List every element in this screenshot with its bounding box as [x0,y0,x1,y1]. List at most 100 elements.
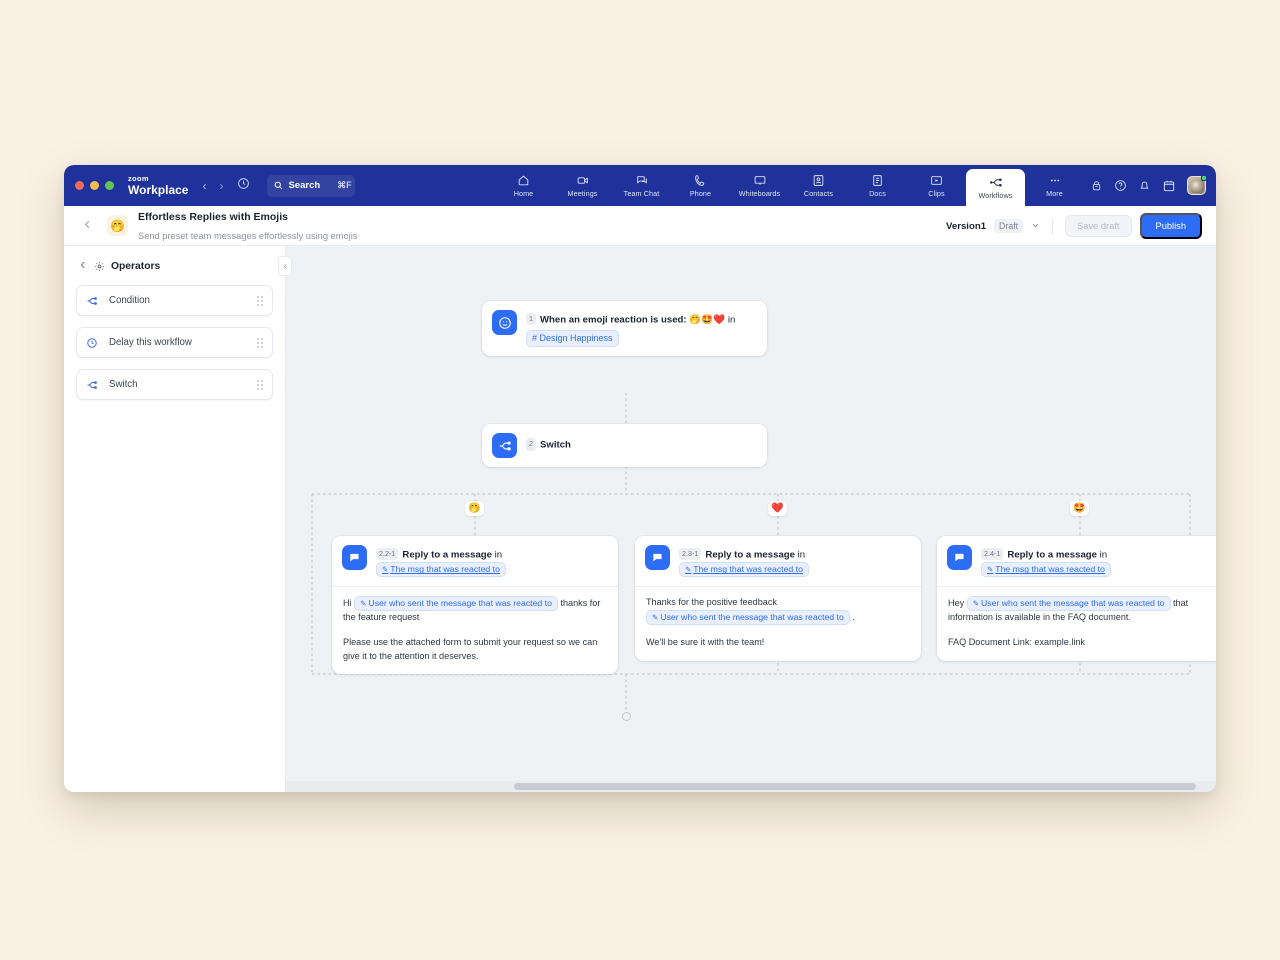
chevron-down-icon[interactable] [1031,221,1040,232]
reply-node-2-paragraph-1: Thanks for the positive feedback✎User wh… [646,596,910,625]
pencil-icon: ✎ [987,565,993,574]
nav-back-button[interactable]: ‹ [202,179,206,193]
reply-node-1-user-chip[interactable]: ✎User who sent the message that was reac… [354,596,558,611]
bell-icon[interactable] [1138,179,1151,192]
switch-node[interactable]: 2Switch [482,424,767,467]
tab-team-chat-label: Team Chat [624,189,660,198]
reply-node-3-target-label: The msg that was reacted to [995,564,1105,574]
workflow-emoji-icon: 🤭 [107,215,128,236]
tab-contacts[interactable]: Contacts [789,165,848,206]
pencil-icon: ✎ [973,599,979,608]
trigger-node[interactable]: 1When an emoji reaction is used: 🤭🤩❤️ in… [482,301,767,356]
reply-node-2-paragraph-2: We'll be sure it with the team! [646,636,910,650]
trigger-emoji-1: 🤭 [689,315,701,326]
reply-node-2-target-chip[interactable]: ✎The msg that was reacted to [679,562,809,577]
reply-node-2-body[interactable]: Thanks for the positive feedback✎User wh… [635,586,921,660]
switch-node-label: Switch [540,440,571,451]
trigger-step-number: 1 [526,313,536,325]
status-badge: Draft [994,219,1023,233]
reply-node-1-user-label: User who sent the message that was react… [368,598,552,608]
tab-meetings-label: Meetings [568,189,598,198]
drag-handle[interactable] [257,338,263,348]
subheader-actions: Version1 Draft Save draft Publish [946,206,1202,246]
reply-node-2[interactable]: 2.3-1Reply to a message in ✎The msg that… [635,536,921,661]
reply-message-icon [947,545,972,570]
horizontal-scrollbar[interactable] [286,781,1216,792]
reply-node-3-p1-pre: Hey [948,598,967,608]
minimize-window-button[interactable] [90,181,99,190]
reply-node-1-target-chip[interactable]: ✎The msg that was reacted to [376,562,506,577]
reply-node-3-user-chip[interactable]: ✎User who sent the message that was reac… [967,596,1171,611]
sidebar-item-condition-label: Condition [109,295,257,306]
backpack-icon[interactable] [1090,179,1103,192]
workflow-title-block: Effortless Replies with Emojis Send pres… [138,207,357,245]
history-icon[interactable] [237,177,250,195]
pencil-icon: ✎ [360,599,366,608]
reply-node-3-title: Reply to a message [1007,550,1097,561]
scrollbar-thumb[interactable] [514,783,1196,790]
reply-node-2-user-chip[interactable]: ✎User who sent the message that was reac… [646,610,850,625]
tab-docs-label: Docs [869,189,886,198]
pencil-icon: ✎ [652,613,658,622]
search-input[interactable]: Search ⌘F [267,175,355,197]
trigger-channel-chip[interactable]: # Design Happiness [526,330,619,347]
tab-workflows[interactable]: Workflows [966,169,1025,206]
brand-workplace: Workplace [128,184,188,196]
search-icon [274,177,283,195]
tab-more[interactable]: More [1025,165,1084,206]
close-window-button[interactable] [75,181,84,190]
reply-node-3-body[interactable]: Hey ✎User who sent the message that was … [937,586,1216,660]
reply-node-1-number: 2.2-1 [376,548,398,560]
tab-meetings[interactable]: Meetings [553,165,612,206]
reply-node-1-body[interactable]: Hi ✎User who sent the message that was r… [332,586,618,674]
reply-node-3-target-chip[interactable]: ✎The msg that was reacted to [981,562,1111,577]
tab-phone[interactable]: Phone [671,165,730,206]
maximize-window-button[interactable] [105,181,114,190]
drag-handle[interactable] [257,296,263,306]
workflow-end-node[interactable] [622,712,631,721]
sidebar-back-icon[interactable] [78,260,88,273]
user-avatar[interactable] [1187,176,1206,195]
trigger-text-after: in [728,315,735,326]
reply-node-1[interactable]: 2.2-1Reply to a message in ✎The msg that… [332,536,618,674]
workflow-canvas[interactable]: 1When an emoji reaction is used: 🤭🤩❤️ in… [286,246,1216,792]
trigger-emoji-3: ❤️ [713,315,725,326]
tab-docs[interactable]: Docs [848,165,907,206]
titlebar-navbar: zoom Workplace ‹ › Search ⌘F Home Meetin… [64,165,1216,206]
reply-node-3-user-label: User who sent the message that was react… [981,598,1165,608]
main-nav-tabs: Home Meetings Team Chat Phone Whiteboard… [494,165,1084,206]
tab-whiteboards[interactable]: Whiteboards [730,165,789,206]
tab-team-chat[interactable]: Team Chat [612,165,671,206]
reply-node-2-target-label: The msg that was reacted to [693,564,803,574]
calendar-icon[interactable] [1162,179,1176,193]
help-circle-icon[interactable] [1114,179,1127,192]
nav-forward-button[interactable]: › [219,179,223,193]
traffic-lights[interactable] [75,181,114,190]
tab-home[interactable]: Home [494,165,553,206]
sidebar-item-delay-label: Delay this workflow [109,337,257,348]
search-label: Search [288,180,320,191]
switch-node-header: 2Switch [482,424,767,467]
publish-button[interactable]: Publish [1140,213,1203,239]
reply-node-3-in: in [1100,550,1107,561]
drag-handle[interactable] [257,380,263,390]
back-button[interactable] [82,218,93,233]
branch-icon [86,295,100,307]
trigger-emoji-2: 🤩 [701,315,713,326]
sidebar-item-condition[interactable]: Condition [76,285,273,316]
sidebar-item-switch[interactable]: Switch [76,369,273,400]
page-subtitle: Send preset team messages effortlessly u… [138,231,357,241]
reply-node-3[interactable]: 2.4-1Reply to a message in ✎The msg that… [937,536,1216,661]
tab-more-label: More [1046,189,1063,198]
sidebar-item-delay[interactable]: Delay this workflow [76,327,273,358]
save-draft-button[interactable]: Save draft [1065,215,1131,237]
reply-node-1-title: Reply to a message [402,550,492,561]
sidebar-collapse-button[interactable] [278,256,292,276]
divider [1052,218,1053,235]
reply-node-2-text: 2.3-1Reply to a message in ✎The msg that… [679,545,809,577]
reply-message-icon [645,545,670,570]
tab-clips[interactable]: Clips [907,165,966,206]
reply-node-2-in: in [798,550,805,561]
page-title: Effortless Replies with Emojis [138,211,288,223]
sidebar-item-switch-label: Switch [109,379,257,390]
